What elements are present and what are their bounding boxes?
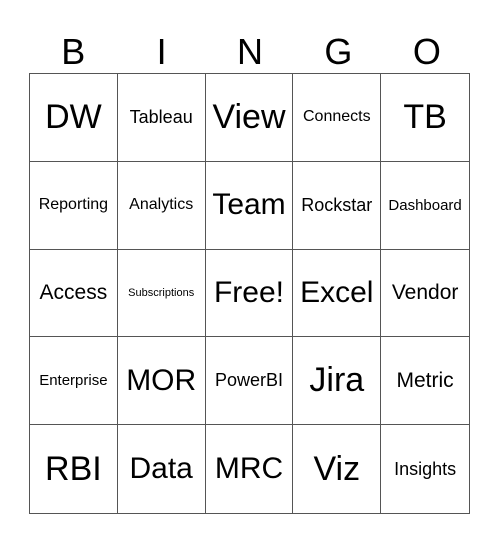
bingo-cell[interactable]: PowerBI	[205, 337, 294, 426]
bingo-cell[interactable]: TB	[381, 74, 469, 162]
bingo-cell[interactable]: Connects	[293, 74, 382, 162]
bingo-cell[interactable]: MOR	[117, 337, 206, 426]
bingo-cell[interactable]: Excel	[293, 249, 382, 338]
bingo-cell[interactable]: Jira	[293, 337, 382, 426]
bingo-cell[interactable]: Tableau	[117, 74, 206, 162]
bingo-cell[interactable]: Viz	[293, 425, 382, 513]
bingo-cell[interactable]: View	[205, 74, 294, 162]
bingo-cell[interactable]: Dashboard	[381, 162, 469, 250]
bingo-cell[interactable]: Metric	[381, 337, 469, 426]
bingo-cell[interactable]: Insights	[381, 425, 469, 513]
bingo-cell[interactable]: Vendor	[381, 250, 469, 338]
header-letter-i: I	[156, 31, 167, 72]
bingo-cell[interactable]: Enterprise	[30, 337, 118, 426]
bingo-cell[interactable]: Data	[118, 425, 206, 513]
bingo-cell[interactable]: DW	[30, 74, 118, 162]
bingo-cell[interactable]: Analytics	[117, 161, 206, 250]
bingo-cell[interactable]: MRC	[206, 425, 294, 513]
bingo-cell[interactable]: Reporting	[30, 161, 118, 250]
header-letter-b: B	[61, 31, 86, 72]
bingo-cell[interactable]: Access	[30, 249, 118, 338]
header-letter-n: N	[237, 31, 264, 72]
bingo-cell[interactable]: Rockstar	[293, 161, 382, 250]
header-letter-g: G	[324, 31, 353, 72]
bingo-header: B I N G O	[29, 30, 471, 74]
bingo-cell[interactable]: Free!	[205, 249, 294, 338]
bingo-card-grid: DW Tableau View Connects TB Reporting Analytic…	[29, 73, 470, 514]
header-letter-o: O	[412, 31, 441, 72]
bingo-cell[interactable]: RBI	[30, 425, 118, 513]
bingo-cell[interactable]: Subscriptions	[117, 249, 206, 338]
bingo-cell[interactable]: Team	[205, 161, 294, 250]
